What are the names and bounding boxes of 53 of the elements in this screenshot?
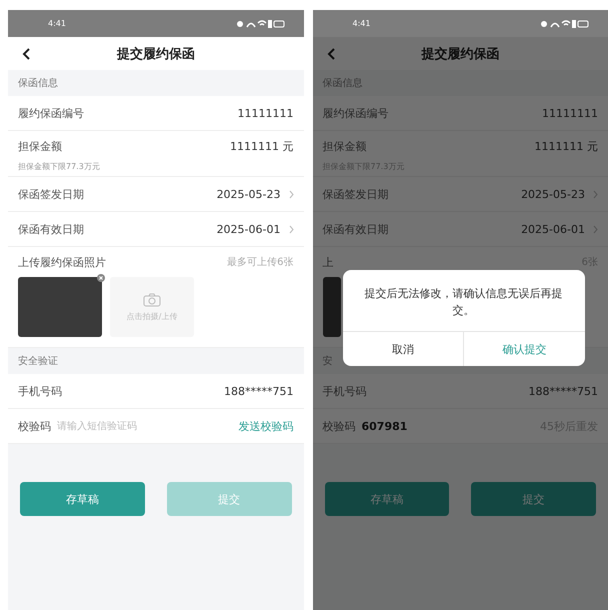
field-value: 1111111 元 bbox=[230, 138, 294, 154]
chevron-right-icon[interactable] bbox=[288, 190, 294, 198]
camera-icon bbox=[143, 292, 161, 306]
field-label: 履约保函编号 bbox=[18, 106, 84, 120]
field-label: 校验码 bbox=[18, 418, 51, 434]
code-value: 607981 bbox=[362, 420, 408, 432]
dialog-message: 提交后无法修改，请确认信息无误后再提交。 bbox=[364, 286, 564, 318]
field-label: 校验码 bbox=[322, 418, 356, 434]
section-title: 安全验证 bbox=[18, 354, 58, 368]
field-value: 1111111 元 bbox=[534, 138, 598, 154]
chevron-right-icon[interactable] bbox=[593, 190, 598, 198]
field-label: 保函签发日期 bbox=[322, 186, 388, 202]
action-button[interactable]: 存草稿 bbox=[20, 482, 145, 516]
upload-hint: 最多可上传6张 bbox=[227, 256, 294, 269]
photo-placeholder[interactable] bbox=[322, 277, 340, 337]
page-title: 提交履约保函 bbox=[420, 46, 500, 62]
dialog-button[interactable]: 取消 bbox=[342, 332, 463, 366]
section-title: 安 bbox=[322, 354, 332, 368]
amount-note: 担保金额下限77.3万元 bbox=[18, 161, 101, 173]
field-value: 188*****751 bbox=[528, 384, 598, 398]
upload-tile[interactable]: 点击拍摄/上传 bbox=[110, 277, 194, 337]
field-label: 手机号码 bbox=[322, 384, 366, 398]
status-time: 4:41 bbox=[352, 19, 370, 28]
field-label: 担保金额 bbox=[322, 138, 366, 154]
section-title: 保函信息 bbox=[18, 76, 58, 90]
field-label: 履约保函编号 bbox=[322, 106, 388, 120]
section-title: 保函信息 bbox=[322, 76, 362, 90]
back-icon[interactable] bbox=[22, 48, 30, 60]
field-value: 188*****751 bbox=[224, 384, 294, 398]
field-value: 11111111 bbox=[542, 106, 598, 120]
field-value: 2025-06-01 bbox=[216, 222, 280, 236]
status-icons bbox=[236, 18, 286, 28]
field-label: 保函有效日期 bbox=[18, 222, 84, 236]
field-value: 11111111 bbox=[238, 106, 294, 120]
field-value: 2025-06-01 bbox=[521, 222, 585, 236]
status-time: 4:41 bbox=[48, 19, 66, 28]
field-value: 2025-05-23 bbox=[521, 188, 585, 200]
field-label: 保函签发日期 bbox=[18, 186, 84, 202]
chevron-right-icon[interactable] bbox=[288, 224, 294, 234]
status-icons bbox=[540, 18, 590, 28]
field-label: 保函有效日期 bbox=[322, 222, 388, 236]
action-button[interactable]: 提交 bbox=[471, 482, 596, 516]
field-value: 2025-05-23 bbox=[216, 188, 280, 200]
action-button[interactable]: 存草稿 bbox=[324, 482, 450, 516]
field-label: 上 bbox=[322, 254, 334, 270]
chevron-right-icon[interactable] bbox=[593, 224, 598, 234]
send-code-link[interactable]: 发送校验码 bbox=[238, 418, 294, 434]
page-title: 提交履约保函 bbox=[116, 46, 196, 62]
field-label: 担保金额 bbox=[18, 138, 62, 154]
dialog-button[interactable]: 确认提交 bbox=[463, 332, 584, 366]
close-icon[interactable] bbox=[97, 274, 105, 282]
field-label: 手机号码 bbox=[18, 384, 62, 398]
field-label: 上传履约保函照片 bbox=[18, 254, 106, 270]
